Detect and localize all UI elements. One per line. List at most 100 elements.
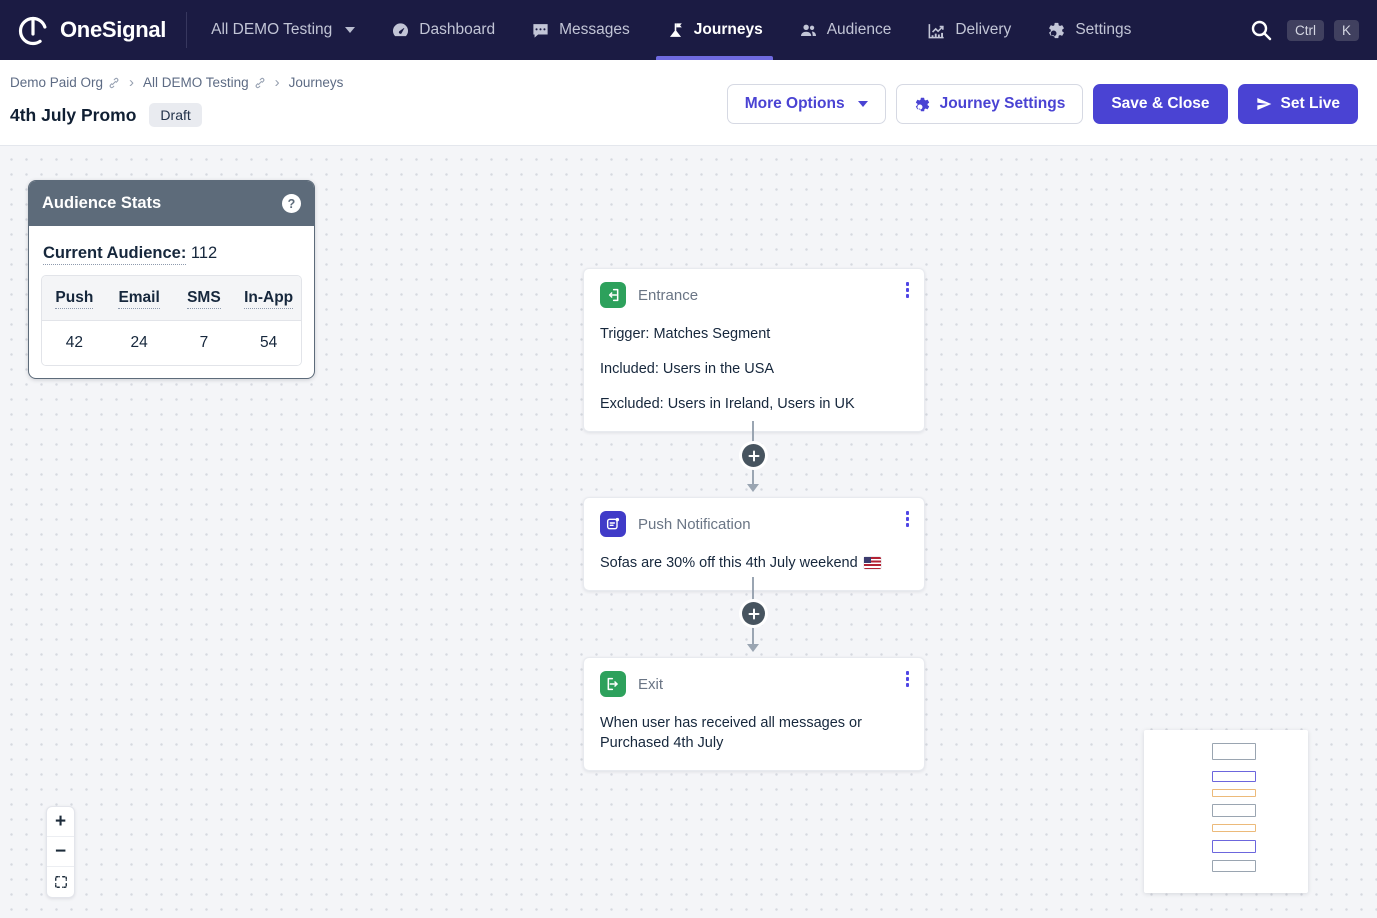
us-flag-icon (864, 557, 881, 569)
delivery-icon (927, 21, 946, 40)
zoom-in-button[interactable]: + (47, 807, 74, 837)
minimap-node (1212, 824, 1256, 832)
channel-stats-header-row: Push Email SMS In-App (42, 276, 301, 321)
add-step-button[interactable] (742, 602, 765, 625)
nav-item-delivery[interactable]: Delivery (909, 0, 1029, 60)
minimap-node (1212, 804, 1256, 817)
node-label: Exit (638, 676, 663, 693)
chevron-down-icon (345, 27, 355, 33)
push-message-text: Sofas are 30% off this 4th July weekend (600, 553, 858, 573)
status-badge: Draft (149, 103, 201, 127)
header-actions: More Options Journey Settings Save & Clo… (727, 84, 1358, 124)
nav-label: Dashboard (419, 21, 495, 39)
nav-item-dashboard[interactable]: Dashboard (373, 0, 513, 60)
nav-label: Audience (827, 21, 892, 39)
current-audience-row: Current Audience: 112 (41, 238, 302, 275)
messages-icon (531, 21, 550, 40)
node-label: Entrance (638, 287, 698, 304)
app-selector-label: All DEMO Testing (211, 21, 332, 39)
value-push: 42 (42, 321, 107, 365)
node-label: Push Notification (638, 516, 751, 533)
minimap-node (1212, 771, 1256, 782)
help-icon[interactable]: ? (282, 194, 301, 213)
link-icon (254, 77, 266, 89)
breadcrumb-app[interactable]: All DEMO Testing (143, 75, 266, 90)
search-icon[interactable] (1245, 14, 1277, 46)
entrance-excluded-text: Excluded: Users in Ireland, Users in UK (600, 394, 908, 414)
app-selector[interactable]: All DEMO Testing (193, 0, 373, 60)
journeys-icon (666, 21, 685, 40)
minimap[interactable] (1144, 730, 1308, 893)
zoom-out-button[interactable]: − (47, 837, 74, 867)
button-label: Journey Settings (940, 95, 1066, 113)
kbd-ctrl: Ctrl (1287, 20, 1324, 41)
onesignal-logo[interactable]: OneSignal (16, 0, 186, 60)
connector-arrowhead (747, 644, 759, 652)
nav-item-journeys[interactable]: Journeys (648, 0, 781, 60)
breadcrumb-separator: › (275, 74, 280, 91)
button-label: More Options (745, 95, 845, 113)
save-close-button[interactable]: Save & Close (1093, 84, 1227, 124)
entrance-trigger-text: Trigger: Matches Segment (600, 324, 908, 344)
exit-condition-text: When user has received all messages or P… (600, 713, 890, 753)
breadcrumb-separator: › (129, 74, 134, 91)
settings-icon (1047, 21, 1066, 40)
kebab-menu-icon[interactable] (903, 279, 913, 301)
journey-canvas[interactable]: Audience Stats ? Current Audience: 112 P… (0, 146, 1377, 918)
value-email: 24 (107, 321, 172, 365)
nav-label: Delivery (955, 21, 1011, 39)
exit-node[interactable]: Exit When user has received all messages… (583, 657, 925, 771)
push-notification-node[interactable]: Push Notification Sofas are 30% off this… (583, 497, 925, 591)
fit-view-button[interactable] (47, 867, 74, 897)
nav-label: Messages (559, 21, 630, 39)
paper-plane-icon (1256, 96, 1272, 112)
chevron-down-icon (858, 101, 868, 107)
column-header-email: Email (107, 276, 172, 320)
nav-item-audience[interactable]: Audience (781, 0, 910, 60)
kebab-menu-icon[interactable] (903, 668, 913, 690)
breadcrumb-journeys[interactable]: Journeys (289, 75, 344, 90)
dashboard-icon (391, 21, 410, 40)
value-sms: 7 (172, 321, 237, 365)
page-title: 4th July Promo (10, 105, 136, 126)
push-notification-icon (600, 511, 626, 537)
nav-item-settings[interactable]: Settings (1029, 0, 1149, 60)
fit-view-icon (54, 875, 68, 889)
connector-arrowhead (747, 484, 759, 492)
more-options-button[interactable]: More Options (727, 84, 886, 124)
exit-icon (600, 671, 626, 697)
nav-item-messages[interactable]: Messages (513, 0, 648, 60)
column-header-inapp: In-App (236, 276, 301, 320)
audience-stats-header: Audience Stats ? (29, 181, 314, 226)
breadcrumb-label: Demo Paid Org (10, 75, 103, 90)
onesignal-logo-icon (16, 13, 50, 47)
audience-icon (799, 21, 818, 40)
journey-settings-button[interactable]: Journey Settings (896, 84, 1084, 124)
page-header: Demo Paid Org › All DEMO Testing › Journ… (0, 60, 1377, 146)
kbd-k: K (1334, 20, 1359, 41)
set-live-button[interactable]: Set Live (1238, 84, 1358, 124)
breadcrumb-label: All DEMO Testing (143, 75, 249, 90)
channel-stats-table: Push Email SMS In-App 42 24 7 54 (41, 275, 302, 366)
nav-label: Journeys (694, 21, 763, 39)
channel-stats-value-row: 42 24 7 54 (42, 321, 301, 365)
entrance-node[interactable]: Entrance Trigger: Matches Segment Includ… (583, 268, 925, 432)
add-step-button[interactable] (742, 444, 765, 467)
minimap-node (1212, 743, 1256, 760)
minimap-node (1212, 789, 1256, 797)
entrance-icon (600, 282, 626, 308)
minimap-node (1212, 840, 1256, 853)
nav-items: All DEMO Testing Dashboard Messages (193, 0, 1149, 60)
minimap-node (1212, 860, 1256, 872)
value-inapp: 54 (236, 321, 301, 365)
entrance-included-text: Included: Users in the USA (600, 359, 908, 379)
kebab-menu-icon[interactable] (903, 508, 913, 530)
top-navbar: OneSignal All DEMO Testing Dashboard Mes… (0, 0, 1377, 60)
breadcrumb-org[interactable]: Demo Paid Org (10, 75, 120, 90)
zoom-controls: + − (46, 806, 75, 898)
column-header-push: Push (42, 276, 107, 320)
current-audience-value: 112 (191, 244, 217, 262)
nav-divider (186, 12, 187, 48)
audience-stats-panel: Audience Stats ? Current Audience: 112 P… (28, 180, 315, 379)
brand-name: OneSignal (60, 17, 166, 43)
